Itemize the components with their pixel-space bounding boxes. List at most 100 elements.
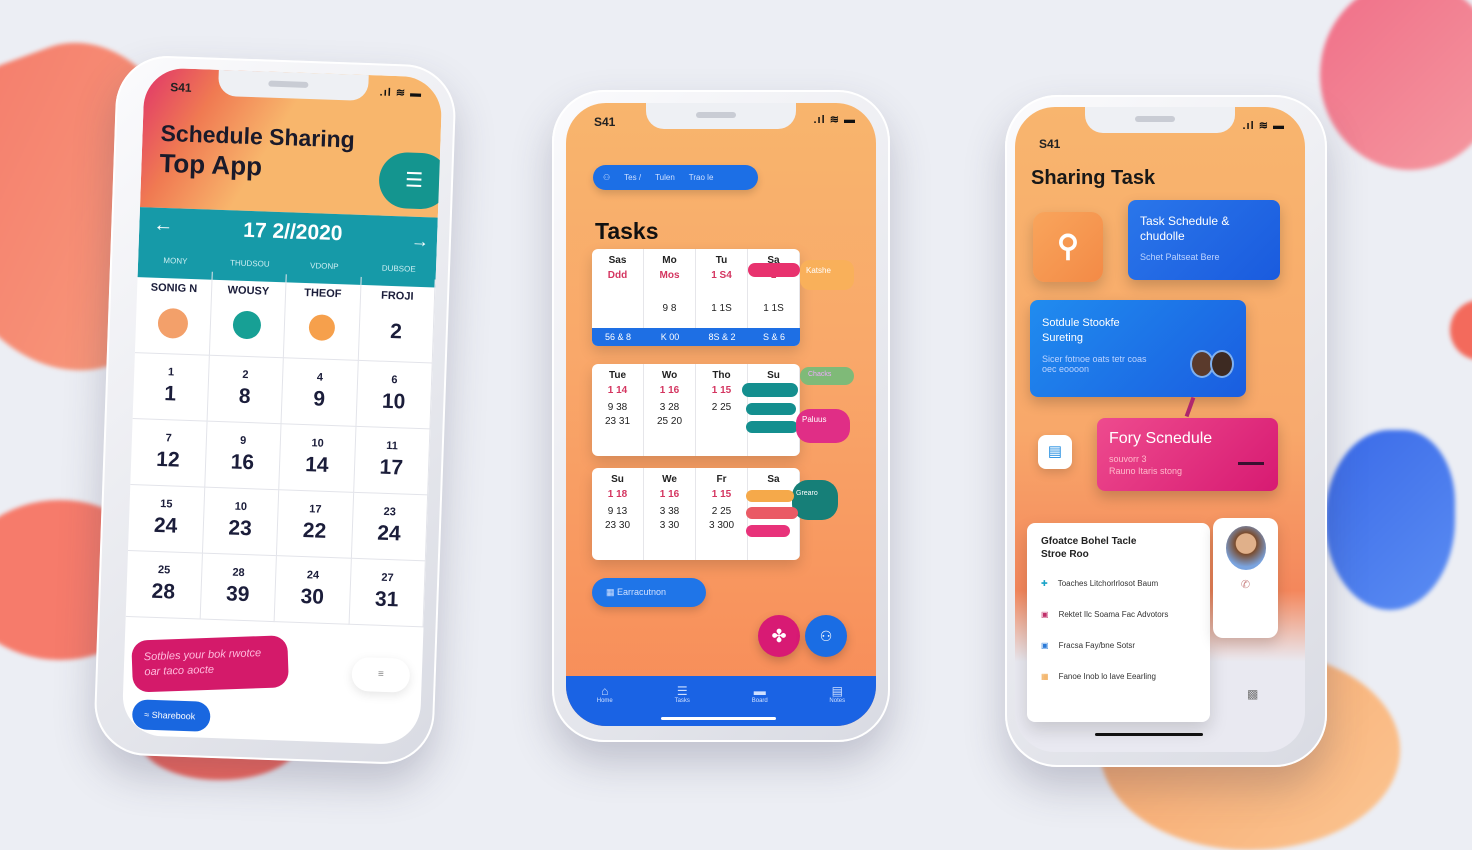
avatar — [1210, 350, 1234, 378]
day-label: Tho — [712, 370, 731, 381]
list-title: Gfoatce Bohel Tacle Stroe Roo — [1041, 536, 1137, 560]
day-cell[interactable]: 9 16 — [204, 421, 282, 491]
small-action-button[interactable]: ≡ — [351, 656, 411, 693]
day-small-number: 17 — [308, 503, 322, 516]
share-button[interactable]: ≈ Sharebook — [131, 699, 211, 732]
list-item[interactable]: ✚ Toaches Litchorlrlosot Baum — [1041, 579, 1196, 588]
day-number: 24 — [376, 521, 402, 546]
task-tag[interactable] — [746, 421, 798, 433]
side-label-bubble[interactable]: Grearo — [792, 480, 838, 520]
day-cell[interactable]: 23 24 — [351, 492, 429, 562]
add-task-fab[interactable]: ✤ — [758, 615, 800, 657]
list-item[interactable]: ▦ Fanoe Inob lo lave Eearling — [1041, 672, 1196, 681]
connector-line — [1184, 396, 1196, 418]
list-item[interactable]: ▣ Rektet Ilc Soama Fac Advotors — [1041, 610, 1196, 619]
task-tag[interactable] — [748, 263, 800, 277]
task-tag[interactable] — [746, 490, 794, 502]
day-number: 30 — [300, 585, 325, 609]
day-column[interactable]: Tho 1 15 2 25 — [696, 364, 748, 456]
day-cell[interactable]: 11 — [132, 353, 210, 422]
share-users-fab[interactable]: ⚇ — [805, 615, 847, 657]
nav-label: Notes — [829, 698, 846, 704]
day-cell[interactable]: 10 14 — [279, 424, 356, 493]
day-cell[interactable]: FROJI 2 — [358, 276, 436, 364]
day-cell[interactable]: WOUSY — [209, 271, 287, 359]
profile-card[interactable]: ✆ — [1213, 518, 1278, 638]
day-values: 9 38 — [607, 402, 628, 413]
slider-handle[interactable] — [1238, 462, 1264, 465]
day-cell[interactable]: 17 22 — [276, 490, 354, 559]
day-cell[interactable]: 6 10 — [355, 360, 433, 430]
day-number: 24 — [153, 513, 178, 538]
side-label: Paluus — [802, 415, 827, 424]
breadcrumb[interactable]: ⚇ Tes / Tulen Trao le — [593, 165, 758, 190]
day-cell[interactable]: 24 30 — [274, 556, 352, 625]
sharing-card[interactable]: Sotdule Stookfe Sureting Sicer fotnoe oa… — [1030, 300, 1246, 397]
day-values: 3 38 — [659, 506, 680, 517]
status-time: S41 — [169, 80, 192, 95]
next-arrow-icon[interactable]: → — [411, 231, 430, 253]
avatar-group — [1190, 350, 1234, 378]
promo-text: Sotbles your bok rwotce oar taco aocte — [143, 647, 262, 679]
day-small-number: 10 — [311, 437, 324, 450]
prev-arrow-icon[interactable]: ← — [153, 214, 174, 238]
day-cell[interactable]: 10 23 — [202, 487, 280, 557]
day-label: Fr — [716, 474, 727, 485]
pink-schedule-card[interactable]: Fory Scnedule souvorr 3 Rauno Itaris sto… — [1097, 418, 1278, 491]
task-tag[interactable] — [746, 403, 796, 415]
promo-banner[interactable]: Sotbles your bok rwotce oar taco aocte — [131, 635, 289, 693]
footer-value: 8S & 2 — [708, 332, 736, 342]
day-small-number: 2 — [242, 368, 249, 382]
menu-button[interactable]: ☰ — [378, 151, 443, 210]
card-title: Task Schedule & chudolle — [1140, 214, 1230, 243]
breadcrumb-item[interactable]: Trao le — [689, 173, 714, 182]
signal-battery-icon: .ıl ≋ ▬ — [1242, 120, 1285, 132]
task-tag[interactable] — [746, 525, 790, 537]
side-label-bubble[interactable]: Katshe — [800, 260, 854, 290]
day-cell[interactable]: 27 31 — [349, 558, 426, 628]
task-tag[interactable] — [742, 383, 798, 397]
day-number: 17 — [379, 455, 404, 480]
day-cell[interactable]: 28 — [207, 355, 284, 425]
day-column[interactable]: We 1 16 3 38 3 30 — [644, 468, 696, 560]
day-cell[interactable]: 28 39 — [200, 553, 277, 623]
side-label: Grearo — [796, 490, 818, 497]
notes-icon: ▤ — [831, 684, 843, 698]
paint-blob-blue — [1325, 430, 1455, 610]
day-column[interactable]: Tue 1 14 9 38 23 31 — [592, 364, 644, 456]
day-cell[interactable]: SONIG N — [134, 269, 213, 356]
side-label-bubble[interactable]: Paluus — [796, 409, 850, 443]
list-item-label: Fracsa Fay/bne Sotsr — [1058, 641, 1136, 650]
schedule-card[interactable]: Task Schedule & chudolle Schet Paltseat … — [1128, 200, 1280, 280]
list-item[interactable]: ▣ Fracsa Fay/bne Sotsr — [1041, 641, 1196, 650]
call-icon: ✆ — [1240, 579, 1251, 591]
day-label: Tu — [715, 255, 728, 266]
subday-label: DUBSOE — [381, 263, 416, 274]
qr-icon[interactable]: ▩ — [1247, 687, 1258, 701]
day-highlight: 1 16 — [659, 385, 680, 396]
side-label: Katshe — [806, 266, 831, 275]
action-button[interactable]: ▦ Earracutnon — [592, 578, 706, 607]
task-tag[interactable] — [746, 507, 798, 519]
app-icon-tile[interactable]: ⚲ — [1033, 212, 1103, 282]
day-cell[interactable]: 49 — [281, 358, 359, 427]
day-column[interactable]: Wo 1 16 3 28 25 20 — [644, 364, 696, 456]
nav-notes[interactable]: ▤ Notes — [799, 684, 877, 726]
menu-icon: ☰ — [404, 169, 424, 193]
day-cell[interactable]: 25 28 — [125, 550, 203, 620]
small-card-icon[interactable]: ▤ — [1038, 435, 1072, 469]
event-dot — [232, 310, 262, 340]
breadcrumb-item[interactable]: Tulen — [655, 173, 675, 182]
day-cell[interactable]: THEOF — [283, 274, 362, 361]
day-cell[interactable]: 7 12 — [130, 419, 208, 488]
day-column[interactable]: Su 1 18 9 13 23 30 — [592, 468, 644, 560]
day-number: 39 — [225, 582, 250, 607]
side-label-bubble[interactable]: Chacks — [800, 367, 854, 385]
day-cell[interactable]: 11 17 — [353, 426, 431, 496]
day-cell[interactable]: 15 24 — [127, 484, 205, 554]
nav-home[interactable]: ⌂ Home — [566, 684, 644, 726]
day-column[interactable]: Fr 1 15 2 25 3 300 — [696, 468, 748, 560]
day-highlight: 1 14 — [607, 385, 628, 396]
breadcrumb-item[interactable]: Tes / — [624, 173, 641, 182]
day-number: 28 — [151, 579, 176, 604]
